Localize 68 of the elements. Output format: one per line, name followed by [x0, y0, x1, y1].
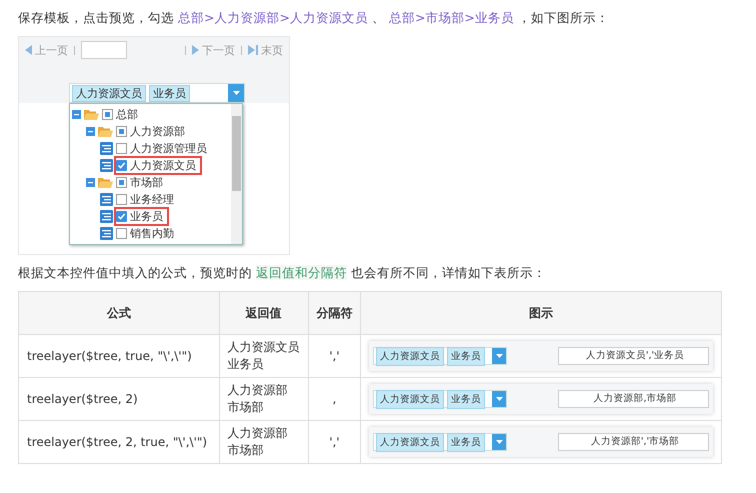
- tag: 人力资源文员: [376, 390, 444, 408]
- checkbox[interactable]: [116, 143, 127, 154]
- separator-text: ',': [329, 348, 340, 362]
- formula-cell: treelayer($tree, 2, true, "\',\'"): [18, 420, 220, 464]
- dropdown-caret-icon: [496, 397, 502, 401]
- tree-item[interactable]: 业务员: [130, 209, 163, 224]
- description-text: 根据文本控件值中填入的公式，预览时的 返回值和分隔符 也会有所不同，详情如下表所示：: [18, 264, 547, 282]
- return-value-cell: 人力资源部 市场部: [219, 378, 308, 420]
- separator-text: ',': [329, 434, 340, 448]
- return-value-cell: 人力资源部 市场部: [219, 420, 308, 464]
- list-icon: [100, 142, 113, 155]
- path-link[interactable]: 总部>人力资源部>人力资源文员: [178, 10, 368, 25]
- dropdown-caret-icon: [232, 91, 240, 95]
- checkbox[interactable]: [116, 177, 127, 188]
- list-icon: [100, 193, 113, 206]
- formula-cell: treelayer($tree, 2): [18, 378, 220, 420]
- result-field[interactable]: 人力资源文员','业务员: [558, 347, 709, 365]
- folder-icon: [98, 126, 113, 137]
- tag: 业务员: [447, 432, 485, 452]
- tag: 业务员: [447, 346, 485, 366]
- intro-text: 保存模板，点击预览，勾选 总部>人力资源部>人力资源文员 、 总部>市场部>业务员 ，如下图所示：: [18, 9, 610, 27]
- list-icon: [100, 227, 113, 240]
- last-page-icon: [248, 45, 258, 55]
- tree-item[interactable]: 市场部: [130, 175, 163, 190]
- list-icon: [100, 210, 113, 223]
- scrollbar[interactable]: [231, 104, 242, 244]
- column-header: 返回值: [219, 292, 308, 334]
- checkbox[interactable]: [116, 160, 127, 171]
- tree-item[interactable]: 人力资源部: [130, 124, 185, 139]
- tree-item[interactable]: 人力资源管理员: [130, 141, 207, 156]
- result-field[interactable]: 人力资源部,市场部: [558, 390, 709, 408]
- separator-text: ,: [332, 392, 336, 406]
- collapse-icon[interactable]: [86, 178, 95, 187]
- tag: 业务员: [149, 84, 190, 102]
- list-icon: [100, 159, 113, 172]
- formula-cell: treelayer($tree, true, "\',\'"): [18, 334, 220, 378]
- checkbox[interactable]: [116, 228, 127, 239]
- page-number-field[interactable]: [81, 41, 127, 59]
- checkbox[interactable]: [116, 194, 127, 205]
- previous-icon: [25, 45, 32, 55]
- tree-item[interactable]: 总部: [116, 107, 138, 122]
- tag-combo-box[interactable]: 人力资源文员 业务员: [373, 347, 507, 365]
- return-value-cell: 人力资源文员 业务员: [219, 334, 308, 378]
- tree-item[interactable]: 业务经理: [130, 192, 174, 207]
- tree-item[interactable]: 人力资源文员: [130, 158, 196, 173]
- column-header: 分隔符: [308, 292, 360, 334]
- dropdown-caret-icon: [496, 440, 502, 444]
- tag: 人力资源文员: [376, 346, 444, 366]
- path-link[interactable]: 总部>市场部>业务员: [388, 10, 514, 25]
- folder-icon: [84, 109, 99, 120]
- result-field[interactable]: 人力资源部','市场部: [558, 433, 709, 451]
- collapse-icon[interactable]: [72, 110, 81, 119]
- column-header: 公式: [18, 292, 220, 334]
- tag: 人力资源文员: [72, 84, 146, 102]
- tag-combo-box[interactable]: 人力资源文员 业务员: [69, 83, 245, 103]
- dropdown-caret-icon: [496, 354, 502, 358]
- checkbox[interactable]: [102, 109, 113, 120]
- tree-item[interactable]: 销售内勤: [130, 226, 174, 241]
- tag: 人力资源文员: [376, 432, 444, 452]
- column-header: 图示: [360, 292, 722, 334]
- checkbox[interactable]: [116, 211, 127, 222]
- next-icon: [192, 45, 199, 55]
- collapse-icon[interactable]: [86, 127, 95, 136]
- checkbox[interactable]: [116, 126, 127, 137]
- tag-combo-box[interactable]: 人力资源文员 业务员: [373, 390, 507, 408]
- tag: 业务员: [447, 390, 485, 408]
- folder-icon: [98, 177, 113, 188]
- tag-combo-box[interactable]: 人力资源文员 业务员: [373, 433, 507, 451]
